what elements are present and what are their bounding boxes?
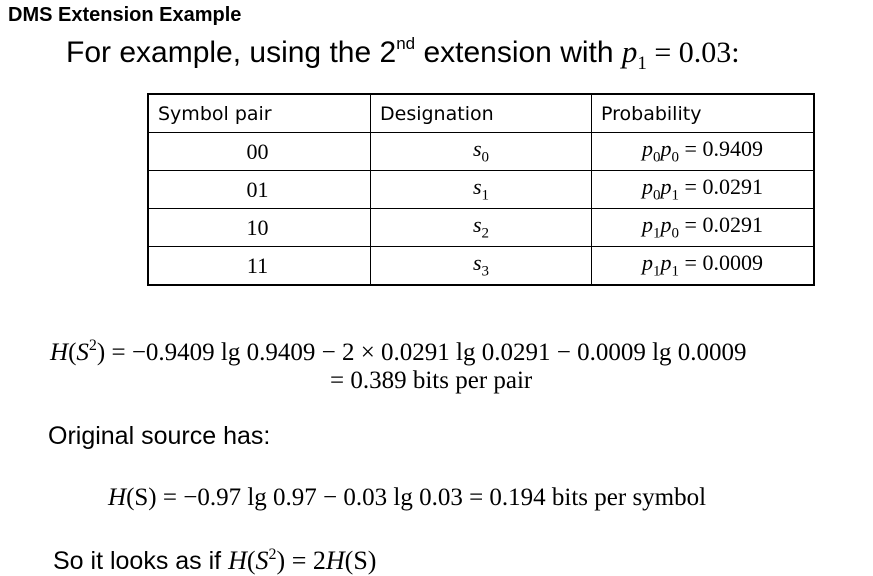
- table-row: 11 s3 p1p1 = 0.0009: [147, 246, 815, 286]
- cell-probability: p1p0 = 0.0291: [591, 208, 815, 247]
- cell-symbol-pair: 01: [147, 170, 371, 209]
- intro-variable: p1: [621, 34, 647, 75]
- cell-probability: p1p1 = 0.0009: [591, 246, 815, 286]
- original-entropy-equation: H(S) = −0.97 lg 0.97 − 0.03 lg 0.03 = 0.…: [108, 484, 707, 511]
- header-symbol-pair: Symbol pair: [147, 93, 371, 133]
- cell-designation: s0: [370, 132, 592, 171]
- cell-designation: s1: [370, 170, 592, 209]
- cell-symbol-pair: 10: [147, 208, 371, 247]
- intro-line: For example, using the 2nd extension wit…: [66, 34, 740, 75]
- extension-entropy-equation: H(S2) = −0.9409 lg 0.9409 − 2 × 0.0291 l…: [50, 337, 747, 366]
- intro-mid: extension with: [415, 36, 622, 69]
- table-header-row: Symbol pair Designation Probability: [147, 93, 815, 133]
- intro-lead: For example, using the 2: [66, 36, 397, 69]
- conclusion-line: So it looks as if H(S2) = 2H(S): [53, 546, 376, 576]
- cell-probability: p0p0 = 0.9409: [591, 132, 815, 171]
- conclusion-equation: H(S2) = 2H(S): [228, 546, 377, 575]
- header-designation: Designation: [370, 93, 592, 133]
- cell-probability: p0p1 = 0.0291: [591, 170, 815, 209]
- intro-value: = 0.03:: [646, 36, 740, 69]
- table-row: 10 s2 p1p0 = 0.0291: [147, 208, 815, 247]
- extension-entropy-result: = 0.389 bits per pair: [330, 367, 533, 394]
- cell-designation: s2: [370, 208, 592, 247]
- conclusion-text: So it looks as if: [53, 547, 229, 575]
- original-entropy-rhs: = −0.97 lg 0.97 − 0.03 lg 0.03 = 0.194 b…: [156, 484, 707, 511]
- page-heading: DMS Extension Example: [8, 4, 242, 26]
- intro-variable-subscript: 1: [637, 53, 647, 75]
- table-row: 00 s0 p0p0 = 0.9409: [147, 132, 815, 171]
- header-probability: Probability: [591, 93, 815, 133]
- probability-table: Symbol pair Designation Probability 00 s…: [147, 93, 815, 286]
- cell-designation: s3: [370, 246, 592, 286]
- cell-symbol-pair: 00: [147, 132, 371, 171]
- intro-superscript: nd: [396, 34, 416, 53]
- table-row: 01 s1 p0p1 = 0.0291: [147, 170, 815, 209]
- extension-entropy-rhs: = −0.9409 lg 0.9409 − 2 × 0.0291 lg 0.02…: [105, 339, 747, 366]
- cell-symbol-pair: 11: [147, 246, 371, 286]
- original-source-label: Original source has:: [48, 422, 271, 450]
